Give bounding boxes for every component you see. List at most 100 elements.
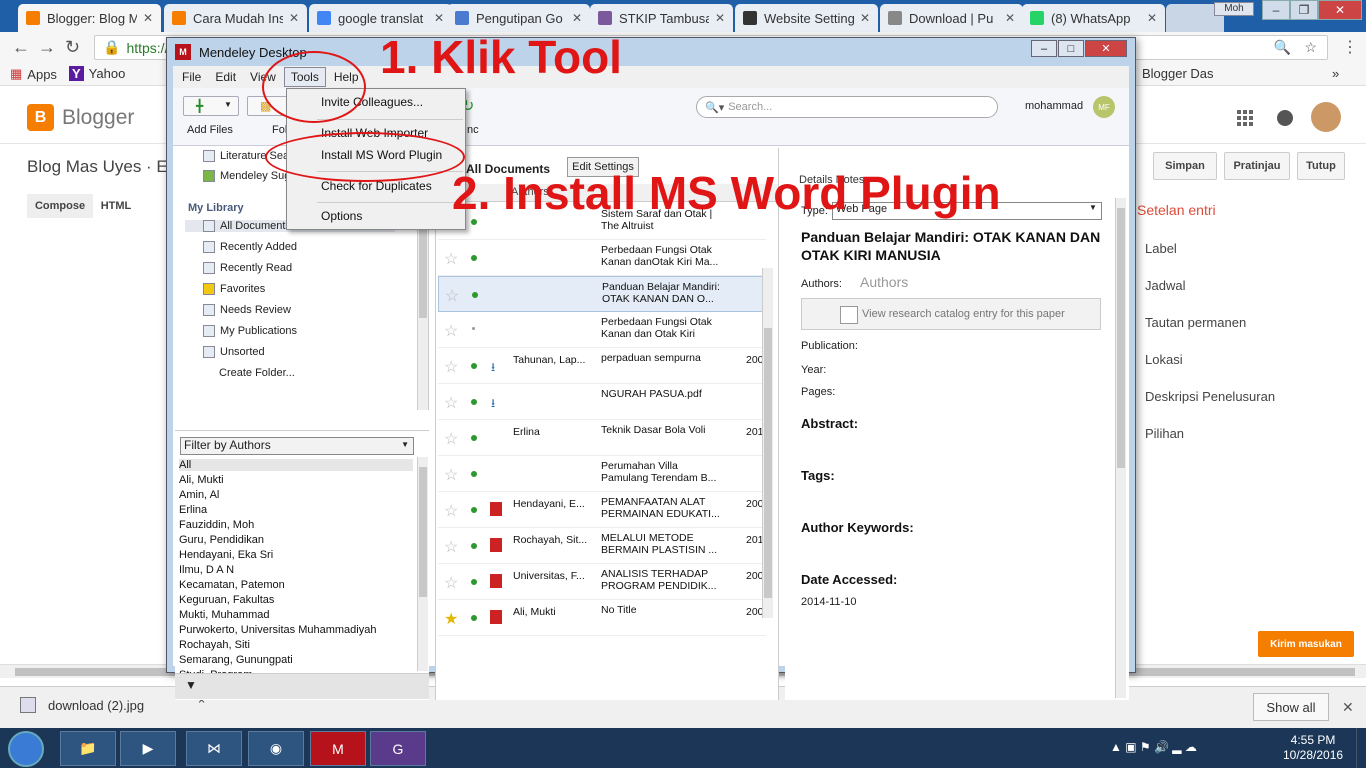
- favorite-star-icon[interactable]: ☆: [444, 573, 458, 593]
- visual-studio-taskbar-icon[interactable]: ⋈: [186, 731, 242, 766]
- favorite-star-icon[interactable]: ☆: [444, 429, 458, 449]
- reload-icon[interactable]: ↻: [65, 37, 80, 58]
- close-tab-icon[interactable]: ✕: [1147, 11, 1157, 25]
- favorite-star-icon[interactable]: ☆: [445, 286, 459, 306]
- read-status-icon[interactable]: [471, 507, 477, 513]
- library-item[interactable]: Create Folder...: [219, 367, 295, 379]
- bookmark-blogger-dash[interactable]: Blogger Das: [1142, 66, 1214, 81]
- author-filter-item[interactable]: Mukti, Muhammad: [179, 609, 413, 621]
- author-filter-item[interactable]: All: [179, 459, 413, 471]
- apps-grid-icon[interactable]: [1237, 110, 1253, 126]
- start-button[interactable]: [8, 731, 44, 767]
- setting-item[interactable]: Pilihan: [1145, 426, 1184, 441]
- pdf-file-icon[interactable]: [490, 538, 502, 552]
- filter-scrollbar[interactable]: [417, 457, 428, 671]
- author-filter-item[interactable]: Purwokerto, Universitas Muhammadiyah: [179, 624, 413, 636]
- browser-tab[interactable]: STKIP Tambusa ✕: [590, 4, 733, 32]
- mendeley-minimize-button[interactable]: –: [1031, 40, 1057, 57]
- close-tab-icon[interactable]: ✕: [715, 11, 725, 25]
- read-status-icon[interactable]: [472, 292, 478, 298]
- browser-tab[interactable]: Download | Pu ✕: [880, 4, 1023, 32]
- close-download-bar-icon[interactable]: ✕: [1342, 699, 1354, 716]
- read-status-icon[interactable]: [471, 543, 477, 549]
- user-avatar[interactable]: MF: [1093, 96, 1115, 118]
- download-file-icon[interactable]: ⭳: [491, 394, 495, 415]
- menu-item-options[interactable]: Options: [321, 209, 362, 223]
- read-status-icon[interactable]: [471, 255, 477, 261]
- author-filter-item[interactable]: Semarang, Gunungpati: [179, 654, 413, 666]
- table-row[interactable]: ☆ ⭳ Tahunan, Lap... perpaduan sempurna 200: [438, 348, 766, 384]
- view-catalog-entry-button[interactable]: View research catalog entry for this pap…: [801, 298, 1101, 330]
- close-tab-icon[interactable]: ✕: [1005, 11, 1015, 25]
- setting-item[interactable]: Lokasi: [1145, 352, 1183, 367]
- show-desktop-button[interactable]: [1356, 728, 1366, 768]
- browser-tab[interactable]: Cara Mudah Ins ✕: [164, 4, 307, 32]
- read-status-icon[interactable]: [472, 327, 475, 330]
- chrome-menu-icon[interactable]: ⋮: [1342, 37, 1358, 57]
- forward-icon[interactable]: →: [38, 37, 56, 58]
- author-filter-item[interactable]: Fauziddin, Moh: [179, 519, 413, 531]
- menu-edit[interactable]: Edit: [209, 68, 242, 86]
- mendeley-maximize-button[interactable]: □: [1058, 40, 1084, 57]
- chrome-taskbar-icon[interactable]: ◉: [248, 731, 304, 766]
- documents-scrollbar[interactable]: [762, 268, 773, 618]
- browser-tab[interactable]: Pengutipan Go ✕: [447, 4, 590, 32]
- search-input[interactable]: 🔍▾ Search...: [696, 96, 998, 118]
- read-status-icon[interactable]: [471, 363, 477, 369]
- back-icon[interactable]: ←: [12, 37, 30, 58]
- author-filter-item[interactable]: Guru, Pendidikan: [179, 534, 413, 546]
- favorite-star-icon[interactable]: ☆: [444, 465, 458, 485]
- favorite-star-icon[interactable]: ★: [444, 609, 458, 629]
- table-row[interactable]: ☆ Universitas, F... ANALISIS TERHADAP PROG…: [438, 564, 766, 600]
- profile-button[interactable]: Moh: [1214, 2, 1254, 16]
- close-tab-icon[interactable]: ✕: [860, 11, 870, 25]
- show-all-button[interactable]: Show all: [1253, 693, 1329, 721]
- author-filter-item[interactable]: Amin, Al: [179, 489, 413, 501]
- favorite-star-icon[interactable]: ☆: [444, 393, 458, 413]
- pdf-app-taskbar-icon[interactable]: G: [370, 731, 426, 766]
- download-file-icon[interactable]: ⭳: [491, 358, 495, 379]
- library-item[interactable]: Recently Read: [203, 262, 292, 274]
- favorite-star-icon[interactable]: ☆: [444, 321, 458, 341]
- filter-funnel-icon[interactable]: ▼: [185, 678, 197, 692]
- minimize-button[interactable]: –: [1262, 0, 1290, 20]
- pdf-file-icon[interactable]: [490, 610, 502, 624]
- table-row[interactable]: ☆ ⭳ NGURAH PASUA.pdf: [438, 384, 766, 420]
- author-filter-item[interactable]: Ali, Mukti: [179, 474, 413, 486]
- read-status-icon[interactable]: [471, 399, 477, 405]
- authors-field[interactable]: Authors: [860, 274, 908, 290]
- avatar[interactable]: [1311, 102, 1341, 132]
- menu-file[interactable]: File: [176, 68, 207, 86]
- mendeley-suggest-item[interactable]: Mendeley Sug: [203, 170, 290, 182]
- browser-tab[interactable]: google translat ✕: [309, 4, 452, 32]
- close-tab-icon[interactable]: ✕: [434, 11, 444, 25]
- setting-item[interactable]: Deskripsi Penelusuran: [1145, 389, 1275, 404]
- save-button[interactable]: Simpan: [1153, 152, 1217, 180]
- setting-item[interactable]: Label: [1145, 241, 1177, 256]
- bookmark-yahoo[interactable]: Y Yahoo: [69, 66, 125, 81]
- author-filter-item[interactable]: Rochayah, Siti: [179, 639, 413, 651]
- feedback-button[interactable]: Kirim masukan: [1258, 631, 1354, 657]
- setting-item[interactable]: Jadwal: [1145, 278, 1185, 293]
- read-status-icon[interactable]: [471, 579, 477, 585]
- clock[interactable]: 4:55 PM 10/28/2016: [1283, 733, 1343, 763]
- pdf-file-icon[interactable]: [490, 574, 502, 588]
- document-title[interactable]: Panduan Belajar Mandiri: OTAK KANAN DAN …: [801, 228, 1101, 264]
- dropdown-arrow-icon[interactable]: ▼: [224, 100, 232, 109]
- preview-button[interactable]: Pratinjau: [1224, 152, 1290, 180]
- notifications-icon[interactable]: [1277, 110, 1293, 126]
- author-filter-item[interactable]: Kecamatan, Patemon: [179, 579, 413, 591]
- date-accessed-value[interactable]: 2014-11-10: [801, 596, 856, 608]
- html-mode-button[interactable]: HTML: [93, 194, 139, 218]
- table-row[interactable]: ☆ Perumahan Villa Pamulang Terendam B...: [438, 456, 766, 492]
- favorite-star-icon[interactable]: ☆: [444, 357, 458, 377]
- table-row[interactable]: ☆ Rochayah, Sit... MELALUI METODE BERMAIN …: [438, 528, 766, 564]
- author-filter-item[interactable]: Keguruan, Fakultas: [179, 594, 413, 606]
- table-row[interactable]: ☆ Panduan Belajar Mandiri: OTAK KANAN DAN…: [438, 276, 766, 312]
- read-status-icon[interactable]: [471, 471, 477, 477]
- favorite-star-icon[interactable]: ☆: [444, 501, 458, 521]
- details-scrollbar[interactable]: [1115, 198, 1126, 698]
- library-item[interactable]: Needs Review: [203, 304, 291, 316]
- close-tab-icon[interactable]: ✕: [289, 11, 299, 25]
- close-button[interactable]: Tutup: [1297, 152, 1345, 180]
